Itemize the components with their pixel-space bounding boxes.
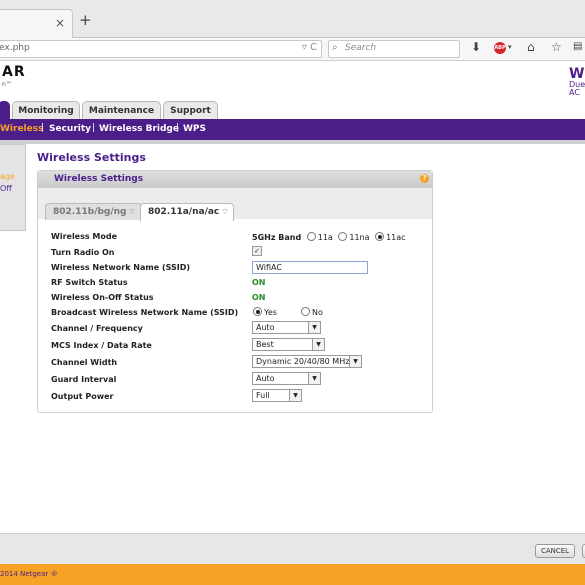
ssid-label: Wireless Network Name (SSID) xyxy=(51,263,191,272)
mcs-label: MCS Index / Data Rate xyxy=(51,341,152,350)
radio-11a[interactable] xyxy=(306,232,316,241)
browser-navigation-bar: ex.php ▿ C ⌕ Search ⬇ ABP ▾ ⌂ ☆ ▤ xyxy=(0,38,585,61)
divider-strip xyxy=(0,140,585,144)
tab-2-4ghz[interactable]: 802.11b/bg/ng ⌔ xyxy=(45,203,142,220)
panel-header[interactable]: Wireless Settings ? xyxy=(38,171,432,188)
tab-5ghz-label: 802.11a/na/ac xyxy=(148,207,220,217)
browser-tab[interactable]: × xyxy=(0,9,73,39)
download-icon[interactable]: ⬇ xyxy=(471,41,481,53)
chevron-down-icon[interactable]: ▾ xyxy=(508,44,512,51)
adblock-icon[interactable]: ABP xyxy=(494,42,506,54)
left-status-panel: age Off xyxy=(0,144,26,231)
guard-interval-select[interactable]: Auto ▼ xyxy=(252,372,321,385)
logo-subtitle: n™ xyxy=(2,81,12,88)
product-name-line3: AC xyxy=(569,88,580,97)
wireless-mode-options: 5GHz Band 11a 11na 11ac xyxy=(252,232,406,242)
channel-label: Channel / Frequency xyxy=(51,324,143,333)
cancel-button[interactable]: CANCEL xyxy=(535,544,575,558)
onoff-status-label: Wireless On-Off Status xyxy=(51,293,154,302)
new-tab-button[interactable]: + xyxy=(79,13,92,28)
tab-maintenance[interactable]: Maintenance xyxy=(82,101,161,120)
panel-title: Wireless Settings xyxy=(54,174,144,184)
page-title: Wireless Settings xyxy=(37,151,146,164)
output-power-select-value: Full xyxy=(256,391,270,400)
channel-width-label: Channel Width xyxy=(51,358,118,367)
action-bar: CANCEL xyxy=(0,533,585,565)
help-icon[interactable]: ? xyxy=(420,174,429,183)
tab-advanced[interactable] xyxy=(0,101,10,120)
channel-width-select[interactable]: Dynamic 20/40/80 MHz ▼ xyxy=(252,355,362,368)
reload-icon[interactable]: ▿ C xyxy=(302,42,317,53)
search-box[interactable]: ⌕ Search xyxy=(328,40,460,58)
chevron-down-icon: ▼ xyxy=(312,339,324,350)
copyright-bar: 2014 Netgear ® xyxy=(0,564,585,585)
onoff-status-value: ON xyxy=(252,293,266,302)
radio-broadcast-no-label: No xyxy=(312,308,323,317)
rf-switch-label: RF Switch Status xyxy=(51,278,128,287)
search-icon: ⌕ xyxy=(332,42,338,53)
channel-select[interactable]: Auto ▼ xyxy=(252,321,321,334)
chevron-down-icon: ▼ xyxy=(308,322,320,333)
wifi-icon: ⌔ xyxy=(128,207,137,216)
clipboard-icon[interactable]: ▤ xyxy=(573,42,582,52)
browser-tab-bar: × + xyxy=(0,0,585,39)
radio-11na-label: 11na xyxy=(349,233,370,242)
subnav-wireless-bridge[interactable]: Wireless Bridge xyxy=(99,124,179,134)
router-header: AR n™ W Due AC xyxy=(0,61,585,101)
subnav-divider: | xyxy=(41,123,45,133)
output-power-select[interactable]: Full ▼ xyxy=(252,389,302,402)
channel-select-value: Auto xyxy=(256,323,275,332)
netgear-logo: AR xyxy=(2,64,26,80)
subnav-wps[interactable]: WPS xyxy=(183,124,206,134)
chevron-down-icon: ▼ xyxy=(289,390,301,401)
radio-11ac-label: 11ac xyxy=(386,233,406,242)
broadcast-ssid-label: Broadcast Wireless Network Name (SSID) xyxy=(51,308,239,317)
radio-on-checkbox[interactable]: ✓ xyxy=(252,246,262,256)
guard-interval-select-value: Auto xyxy=(256,374,275,383)
broadcast-ssid-options: Yes No xyxy=(250,307,323,317)
subnav-security[interactable]: Security xyxy=(49,124,91,134)
radio-broadcast-yes[interactable] xyxy=(253,307,262,316)
subnav-divider: | xyxy=(92,123,96,133)
product-name: W Due AC xyxy=(569,67,585,97)
radio-11ac[interactable] xyxy=(375,232,385,241)
wifi-icon: ⌔ xyxy=(221,207,229,216)
radio-11a-label: 11a xyxy=(317,233,333,242)
left-panel-text-2: Off xyxy=(0,184,12,193)
radio-on-label: Turn Radio On xyxy=(51,248,115,257)
band-label: 5GHz Band xyxy=(252,233,302,242)
subnav-wireless[interactable]: Wireless xyxy=(0,124,43,134)
chevron-down-icon: ▼ xyxy=(308,373,320,384)
chevron-down-icon: ▼ xyxy=(349,356,361,367)
tab-support[interactable]: Support xyxy=(163,101,218,120)
bookmark-star-icon[interactable]: ☆ xyxy=(551,41,562,53)
channel-width-select-value: Dynamic 20/40/80 MHz xyxy=(256,357,350,366)
output-power-label: Output Power xyxy=(51,392,114,401)
main-tabs: Monitoring Maintenance Support xyxy=(0,101,585,120)
guard-interval-label: Guard Interval xyxy=(51,375,117,384)
tab-5ghz[interactable]: 802.11a/na/ac ⌔ xyxy=(140,203,234,221)
close-tab-icon[interactable]: × xyxy=(55,16,65,30)
radio-broadcast-yes-label: Yes xyxy=(264,308,277,317)
url-text: ex.php xyxy=(0,43,30,53)
product-name-line1: W xyxy=(569,66,585,82)
radio-broadcast-no[interactable] xyxy=(301,307,311,316)
left-panel-text-1: age xyxy=(0,172,15,181)
tab-monitoring[interactable]: Monitoring xyxy=(12,101,80,120)
wireless-mode-label: Wireless Mode xyxy=(51,232,118,241)
radio-11na[interactable] xyxy=(338,232,348,241)
mcs-select-value: Best xyxy=(256,340,274,349)
search-placeholder: Search xyxy=(345,43,377,53)
tab-2-4ghz-label: 802.11b/bg/ng xyxy=(53,207,127,217)
home-icon[interactable]: ⌂ xyxy=(527,41,535,53)
address-bar[interactable]: ex.php ▿ C xyxy=(0,40,322,58)
subnav-divider: | xyxy=(176,123,180,133)
mcs-select[interactable]: Best ▼ xyxy=(252,338,325,351)
sub-navigation: Wireless | Security | Wireless Bridge | … xyxy=(0,119,585,140)
rf-switch-status: ON xyxy=(252,278,266,287)
ssid-input[interactable]: WifiAC xyxy=(252,261,368,274)
copyright-text: 2014 Netgear ® xyxy=(0,570,58,578)
